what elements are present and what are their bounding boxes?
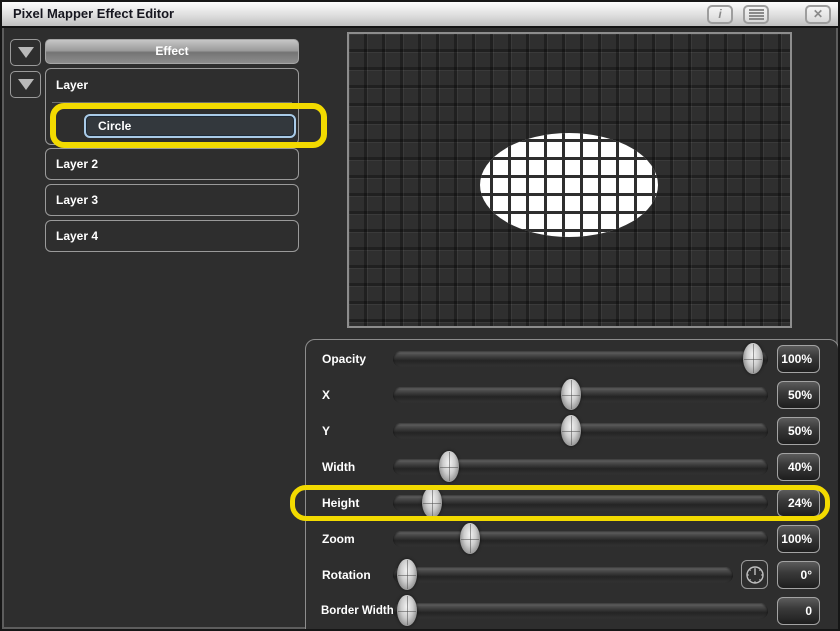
border-width-value-box[interactable]: 0: [777, 597, 820, 625]
height-value-box[interactable]: 24%: [777, 489, 820, 517]
x-value-box[interactable]: 50%: [777, 381, 820, 409]
clock-dial-icon: [745, 565, 765, 585]
close-button[interactable]: ✕: [805, 5, 831, 24]
x-slider-track[interactable]: [393, 387, 768, 403]
y-slider-track[interactable]: [393, 423, 768, 439]
slider-row-y: Y 50%: [306, 416, 838, 446]
slider-row-width: Width 40%: [306, 452, 838, 482]
layer-3-button[interactable]: Layer 3: [45, 184, 299, 216]
layer-2-button[interactable]: Layer 2: [45, 148, 299, 180]
layer-4-button[interactable]: Layer 4: [45, 220, 299, 252]
opacity-value-box[interactable]: 100%: [777, 345, 820, 373]
opacity-slider-track[interactable]: [393, 351, 768, 367]
info-button[interactable]: i: [707, 5, 733, 24]
height-label: Height: [322, 488, 359, 518]
slider-row-height: Height 24%: [306, 488, 838, 518]
info-icon: i: [718, 7, 721, 21]
rotation-slider-track[interactable]: [393, 567, 733, 583]
close-icon: ✕: [813, 7, 823, 21]
width-label: Width: [322, 452, 355, 482]
width-slider-track[interactable]: [393, 459, 768, 475]
width-slider-knob[interactable]: [439, 451, 459, 482]
border-width-slider-track[interactable]: [393, 603, 768, 619]
title-bar[interactable]: Pixel Mapper Effect Editor i ✕: [2, 2, 838, 28]
circle-effect-shape: [480, 133, 658, 237]
grid-overlay: [480, 133, 658, 237]
y-value-box[interactable]: 50%: [777, 417, 820, 445]
pixel-mapper-effect-editor-window: Pixel Mapper Effect Editor i ✕ Effect La…: [0, 0, 840, 631]
window-title: Pixel Mapper Effect Editor: [13, 6, 174, 21]
rotation-label: Rotation: [322, 560, 371, 590]
pixel-grid-preview: [347, 32, 792, 328]
border-width-label: Border Width: [321, 596, 394, 626]
border-width-slider-knob[interactable]: [397, 595, 417, 626]
scroll-down-button-2[interactable]: [10, 71, 41, 98]
divider: [52, 102, 292, 103]
rotation-slider-knob[interactable]: [397, 559, 417, 590]
y-label: Y: [322, 416, 330, 446]
rotation-value-box[interactable]: 0°: [777, 561, 820, 589]
zoom-label: Zoom: [322, 524, 355, 554]
zoom-value-box[interactable]: 100%: [777, 525, 820, 553]
slider-row-x: X 50%: [306, 380, 838, 410]
slider-row-opacity: Opacity 100%: [306, 344, 838, 374]
zoom-slider-knob[interactable]: [460, 523, 480, 554]
effect-parameters-panel: Opacity 100% X 50% Y 50% Width 40% Heigh…: [305, 339, 839, 631]
slider-row-border-width: Border Width 0: [306, 596, 838, 626]
x-label: X: [322, 380, 330, 410]
layer-1-label: Layer: [56, 78, 88, 92]
layer-1-group[interactable]: Layer Circle: [45, 68, 299, 145]
y-slider-knob[interactable]: [561, 415, 581, 446]
triangle-down-icon: [18, 47, 34, 58]
effect-header-button[interactable]: Effect: [45, 39, 299, 64]
height-slider-knob[interactable]: [422, 487, 442, 518]
triangle-down-icon: [18, 79, 34, 90]
slider-row-rotation: Rotation 0°: [306, 560, 838, 590]
x-slider-knob[interactable]: [561, 379, 581, 410]
menu-button[interactable]: [743, 5, 769, 24]
menu-icon: [749, 9, 764, 20]
opacity-slider-knob[interactable]: [743, 343, 763, 374]
rotation-dial-button[interactable]: [741, 560, 768, 589]
opacity-label: Opacity: [322, 344, 366, 374]
width-value-box[interactable]: 40%: [777, 453, 820, 481]
height-slider-track[interactable]: [393, 495, 768, 511]
scroll-down-button-1[interactable]: [10, 39, 41, 66]
slider-row-zoom: Zoom 100%: [306, 524, 838, 554]
circle-effect-button[interactable]: Circle: [84, 114, 296, 138]
zoom-slider-track[interactable]: [393, 531, 768, 547]
